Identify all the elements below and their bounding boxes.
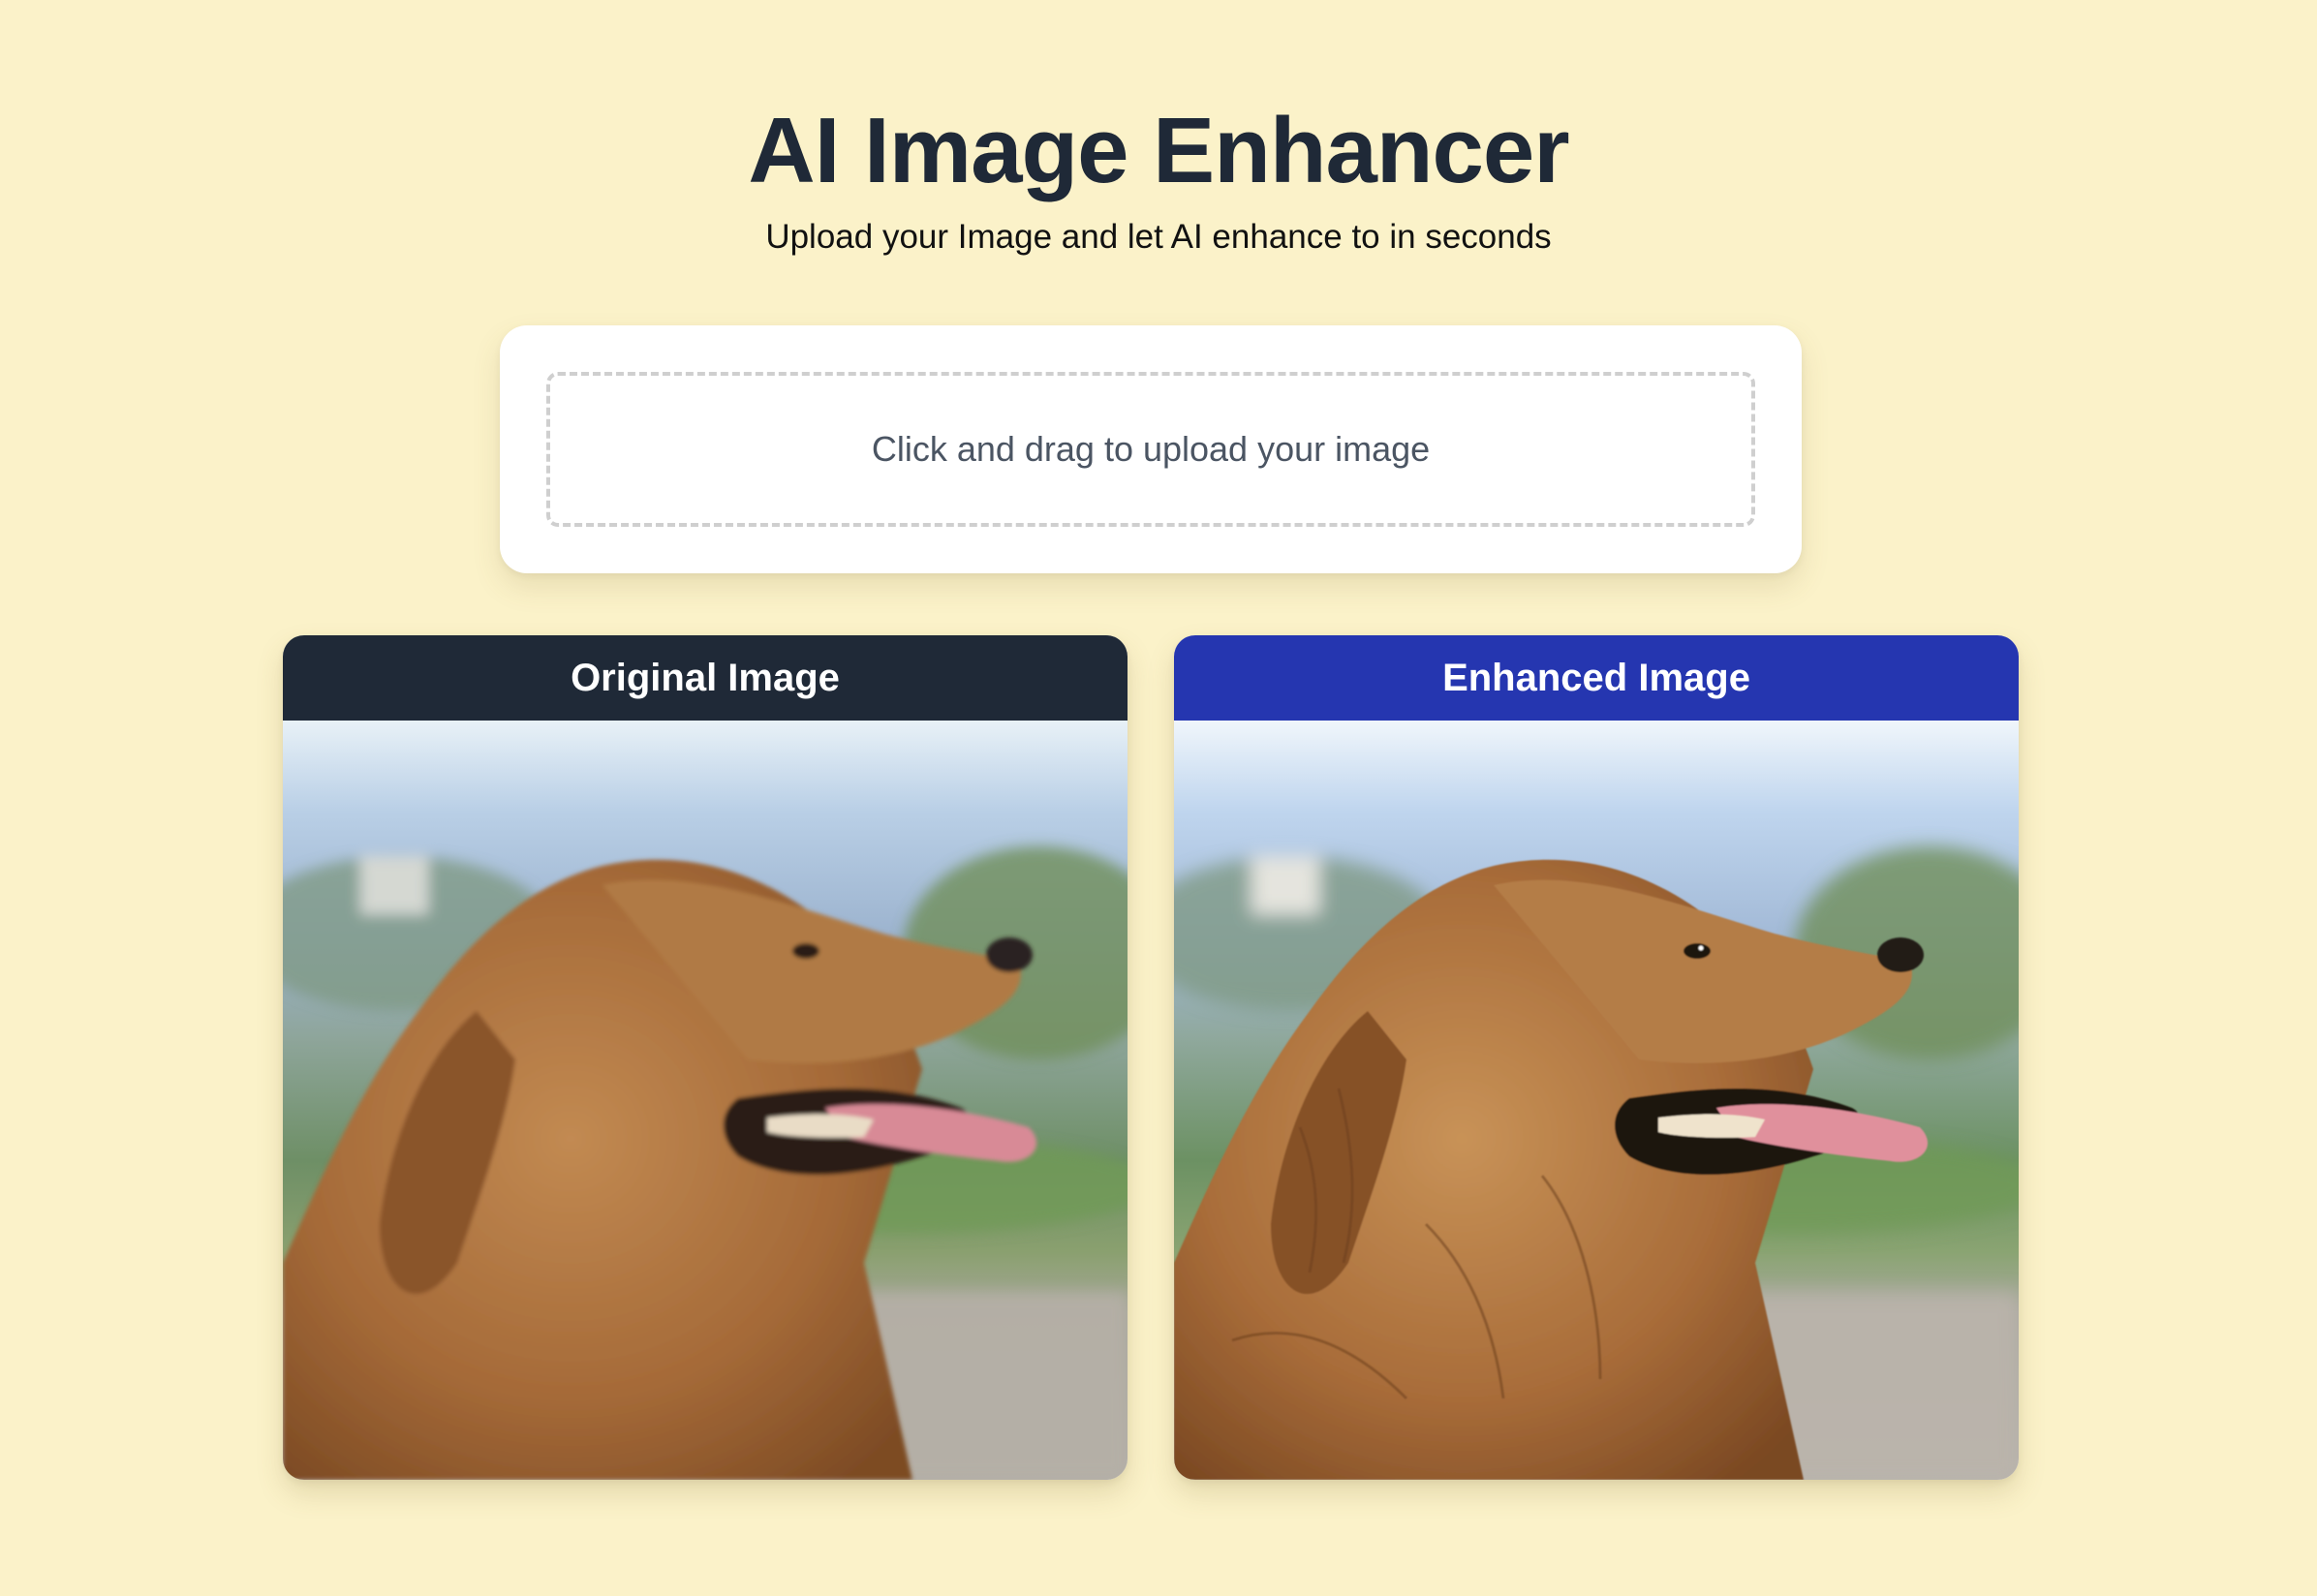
original-image-title: Original Image bbox=[571, 656, 840, 699]
enhanced-image bbox=[1174, 721, 2019, 1480]
enhanced-image-panel: Enhanced Image bbox=[1174, 635, 2019, 1480]
upload-dropzone[interactable]: Click and drag to upload your image bbox=[546, 372, 1755, 527]
page-subtitle: Upload your Image and let AI enhance to … bbox=[765, 218, 1552, 256]
dog-photo-enhanced bbox=[1174, 721, 2019, 1480]
original-image-header: Original Image bbox=[283, 635, 1128, 721]
upload-label: Click and drag to upload your image bbox=[871, 429, 1431, 469]
enhanced-image-title: Enhanced Image bbox=[1442, 656, 1750, 699]
dog-photo-original bbox=[283, 721, 1128, 1480]
enhanced-image-header: Enhanced Image bbox=[1174, 635, 2019, 721]
page-title: AI Image Enhancer bbox=[748, 99, 1569, 202]
upload-card: Click and drag to upload your image bbox=[500, 325, 1802, 573]
page-header: AI Image Enhancer Upload your Image and … bbox=[0, 93, 2317, 261]
original-image-panel: Original Image bbox=[283, 635, 1128, 1480]
original-image bbox=[283, 721, 1128, 1480]
